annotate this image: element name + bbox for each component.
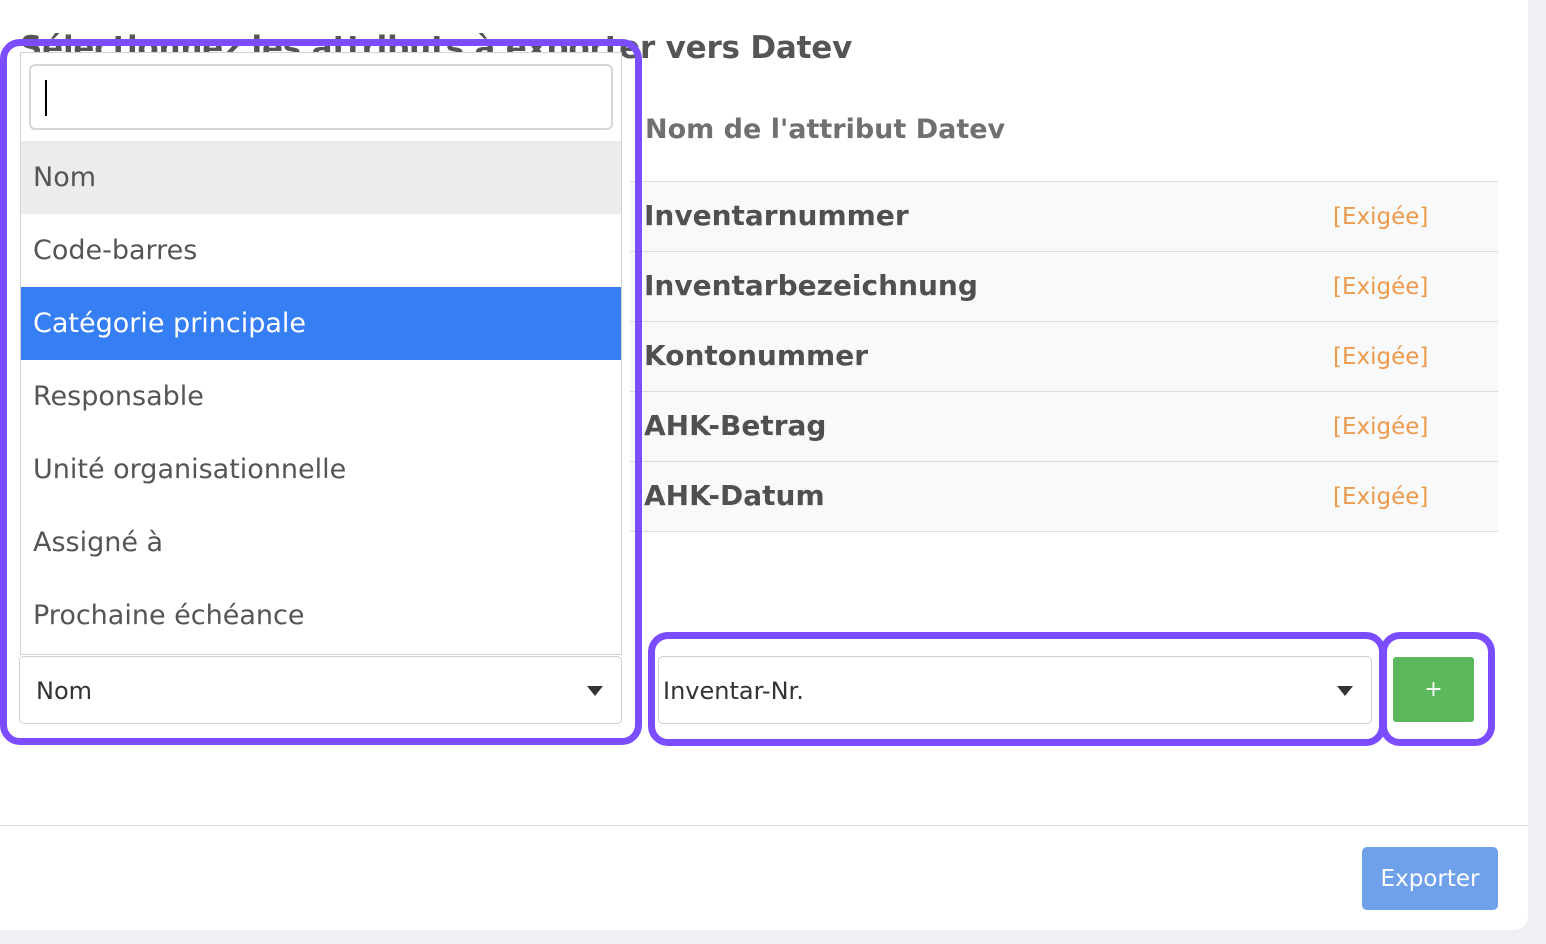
table-row: Inventarbezeichnung [Exigée]	[630, 251, 1498, 321]
attribute-name: Inventarnummer	[644, 199, 909, 232]
column-header-datev-attribute: Nom de l'attribut Datev	[645, 114, 1006, 145]
dropdown-search-input[interactable]	[29, 64, 613, 130]
dropdown-options-list: Nom Code-barres Catégorie principale Res…	[21, 141, 621, 652]
required-tag: [Exigée]	[1333, 484, 1429, 510]
chevron-down-icon	[587, 686, 603, 696]
attribute-name: Inventarbezeichnung	[644, 269, 978, 302]
required-tag: [Exigée]	[1333, 414, 1429, 440]
chevron-down-icon	[1337, 686, 1353, 696]
footer-divider	[0, 825, 1528, 826]
dropdown-option-categorie-principale[interactable]: Catégorie principale	[21, 287, 621, 360]
table-row: Inventarnummer [Exigée]	[630, 181, 1498, 251]
attribute-dropdown-menu: Nom Code-barres Catégorie principale Res…	[20, 52, 622, 655]
export-card: Sélectionnez les attributs à exporter ve…	[0, 0, 1528, 930]
table-row: AHK-Betrag [Exigée]	[630, 391, 1498, 461]
required-tag: [Exigée]	[1333, 204, 1429, 230]
dropdown-option-prochaine-echeance[interactable]: Prochaine échéance	[21, 579, 621, 652]
required-tag: [Exigée]	[1333, 344, 1429, 370]
datev-attribute-select[interactable]: Inventar-Nr.	[658, 656, 1372, 724]
table-row: AHK-Datum [Exigée]	[630, 461, 1498, 532]
table-row: Kontonummer [Exigée]	[630, 321, 1498, 391]
dropdown-option-responsable[interactable]: Responsable	[21, 360, 621, 433]
attribute-name: Kontonummer	[644, 339, 869, 372]
dropdown-option-nom[interactable]: Nom	[21, 141, 621, 214]
required-tag: [Exigée]	[1333, 274, 1429, 300]
dropdown-option-assigne-a[interactable]: Assigné à	[21, 506, 621, 579]
dropdown-option-unite-organisationnelle[interactable]: Unité organisationnelle	[21, 433, 621, 506]
attribute-name: AHK-Datum	[644, 479, 825, 512]
attribute-name: AHK-Betrag	[644, 409, 827, 442]
datev-select-value: Inventar-Nr.	[663, 677, 804, 705]
text-caret	[45, 80, 47, 116]
attribute-select[interactable]: Nom	[19, 656, 622, 724]
add-mapping-button[interactable]: +	[1393, 657, 1474, 722]
export-button[interactable]: Exporter	[1362, 847, 1498, 910]
attribute-select-value: Nom	[36, 677, 93, 705]
dropdown-option-code-barres[interactable]: Code-barres	[21, 214, 621, 287]
datev-attributes-table: Inventarnummer [Exigée] Inventarbezeichn…	[630, 181, 1498, 532]
